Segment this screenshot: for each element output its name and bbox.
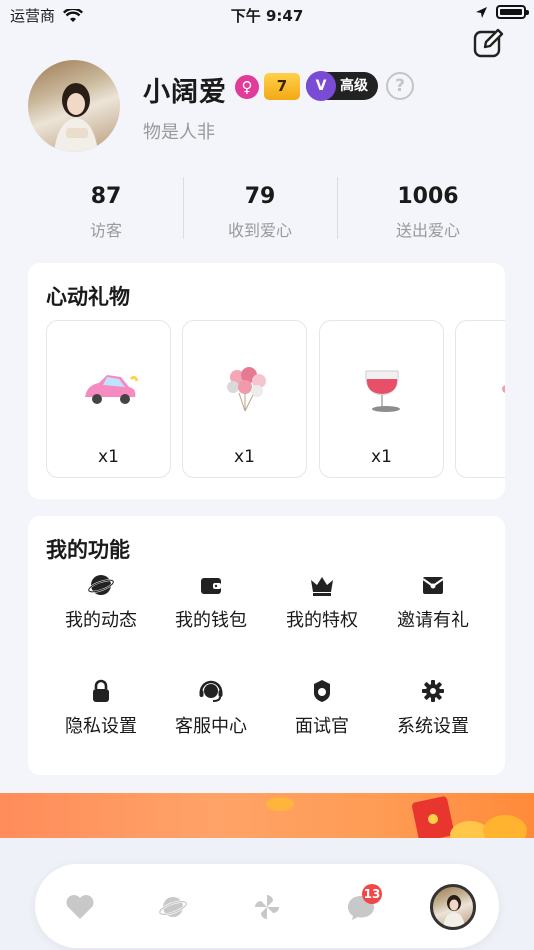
- func-label: 面试官: [295, 716, 349, 737]
- help-icon[interactable]: ?: [386, 72, 414, 100]
- func-label: 邀请有礼: [397, 610, 469, 631]
- tab-pinwheel[interactable]: [250, 890, 284, 924]
- gift-item[interactable]: x1: [182, 320, 307, 478]
- chat-unread-badge: 13: [362, 884, 382, 904]
- level-badge: 7: [264, 73, 300, 100]
- func-customer-service[interactable]: 客服中心: [156, 678, 266, 738]
- func-invite-reward[interactable]: 邀请有礼: [378, 572, 488, 632]
- func-my-wallet[interactable]: 我的钱包: [156, 572, 266, 632]
- stat-divider: [337, 177, 338, 239]
- stat-value: 87: [90, 184, 122, 209]
- gift-item[interactable]: x1: [319, 320, 444, 478]
- gift-count: x1: [98, 447, 119, 467]
- vip-label: 高级: [340, 78, 368, 94]
- gifts-title: 心动礼物: [46, 285, 130, 309]
- stat-visitors[interactable]: 87 访客: [26, 184, 186, 241]
- coin-decoration-icon: [266, 797, 294, 811]
- edit-profile-icon[interactable]: [472, 26, 506, 60]
- stat-value: 1006: [397, 184, 459, 209]
- wine-glass-icon: [365, 370, 400, 412]
- gear-icon: [422, 680, 444, 702]
- clock: 下午 9:47: [230, 7, 304, 25]
- red-envelope-icon: [422, 577, 444, 594]
- func-my-privileges[interactable]: 我的特权: [267, 572, 377, 632]
- crown-icon: [311, 577, 333, 596]
- gift-count: x1: [234, 447, 255, 467]
- avatar-photo: [443, 895, 465, 927]
- functions-card: 我的功能 我的动态 我的钱包 我的特权 邀请有礼 隐私设置 客服中心 面试官 系…: [28, 516, 505, 775]
- planet-icon: [88, 575, 114, 595]
- avatar-photo: [54, 83, 98, 152]
- func-label: 我的动态: [65, 610, 137, 631]
- gifts-card: 心动礼物 x1 x1 x1: [28, 263, 505, 499]
- tab-profile-avatar[interactable]: [430, 884, 476, 930]
- func-my-moments[interactable]: 我的动态: [46, 572, 156, 632]
- func-label: 系统设置: [397, 716, 469, 737]
- status-bar: 运营商 下午 9:47: [0, 0, 534, 28]
- vip-v-icon: V: [306, 71, 336, 101]
- gift-item-partial[interactable]: [455, 320, 505, 478]
- vip-badge[interactable]: V 高级: [306, 71, 378, 101]
- female-icon: ♀: [235, 75, 259, 99]
- func-system-settings[interactable]: 系统设置: [378, 678, 488, 738]
- stat-label: 访客: [89, 221, 122, 240]
- func-label: 客服中心: [175, 716, 247, 737]
- heart-balloons-icon: [227, 367, 266, 412]
- tab-heart[interactable]: [63, 890, 97, 924]
- shield-badge-icon: [314, 680, 330, 702]
- gift-item[interactable]: x1: [46, 320, 171, 478]
- battery-icon: [496, 5, 529, 19]
- bio-text: 物是人非: [143, 122, 215, 143]
- func-privacy-settings[interactable]: 隐私设置: [46, 678, 156, 738]
- stat-label: 收到爱心: [227, 221, 292, 240]
- func-interviewer[interactable]: 面试官: [267, 678, 377, 738]
- stat-hearts-sent[interactable]: 1006 送出爱心: [348, 184, 508, 241]
- location-arrow-icon: [476, 6, 487, 18]
- wallet-icon: [201, 578, 221, 594]
- functions-title: 我的功能: [46, 538, 130, 562]
- headset-icon: [199, 680, 223, 702]
- stat-label: 送出爱心: [395, 221, 460, 240]
- gift-partial-icon: [502, 385, 505, 393]
- stat-hearts-received[interactable]: 79 收到爱心: [180, 184, 340, 241]
- func-label: 隐私设置: [65, 716, 137, 737]
- tab-planet[interactable]: [156, 890, 190, 924]
- func-label: 我的钱包: [175, 610, 247, 631]
- func-label: 我的特权: [286, 610, 358, 631]
- lock-icon: [93, 679, 109, 702]
- stat-value: 79: [244, 184, 276, 209]
- profile-avatar[interactable]: [28, 60, 120, 152]
- gift-count: x1: [371, 447, 392, 467]
- nickname: 小阔爱: [143, 77, 227, 108]
- pink-car-icon: [85, 375, 139, 404]
